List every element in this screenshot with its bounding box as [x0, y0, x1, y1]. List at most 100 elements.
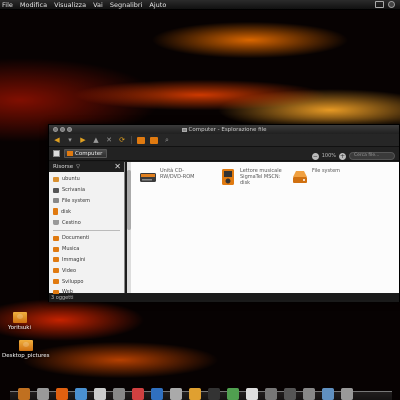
home-icon: [137, 136, 145, 144]
firefox-icon[interactable]: [56, 388, 68, 400]
folder-icon: [18, 340, 33, 351]
menu-modifica[interactable]: Modifica: [20, 1, 47, 9]
window-title: Computer - Esplorazione file: [188, 126, 267, 133]
chevron-down-icon: ▽: [76, 164, 80, 170]
sidebar-item-label: disk: [61, 208, 72, 215]
top-menubar: File Modifica Visualizza Vai Segnalibri …: [0, 0, 400, 10]
image-icon[interactable]: [227, 388, 239, 400]
sidebar-item-disk[interactable]: disk: [49, 206, 124, 217]
menu-vai[interactable]: Vai: [93, 1, 103, 9]
zoom-controls: − 100% + Cerca file...: [311, 149, 395, 163]
window-title-wrap: Computer - Esplorazione file: [181, 126, 267, 133]
sidebar-item-label: Cestino: [62, 219, 81, 226]
maximize-window-button[interactable]: [67, 127, 72, 132]
computer-icon: [150, 136, 158, 144]
music-icon[interactable]: [189, 388, 201, 400]
menu-ajuto[interactable]: Ajuto: [149, 1, 166, 9]
toolbar-separator: [131, 136, 132, 144]
toolbar: ◀ ▾ ▶ ▲ ✕ ⟳ ⌕: [49, 134, 399, 147]
file-item-filesystem[interactable]: File system: [291, 168, 358, 186]
history-dropdown-icon[interactable]: ▾: [66, 136, 74, 144]
sidebar-item-musica[interactable]: Musica: [49, 244, 124, 255]
sidebar-item-cestino[interactable]: Cestino: [49, 217, 124, 228]
file-item-media-player[interactable]: Lettore musicale SigmaTel MSCN: disk: [219, 168, 286, 186]
system-icon[interactable]: [303, 388, 315, 400]
power-icon[interactable]: [388, 1, 395, 8]
media-player-icon: [53, 208, 58, 216]
folder-icon: [53, 279, 59, 285]
browser-icon[interactable]: [151, 388, 163, 400]
network-icon[interactable]: [375, 1, 384, 8]
folder-icon: [53, 235, 59, 241]
calculator-icon[interactable]: [341, 388, 353, 400]
home-folder-icon: [53, 176, 59, 182]
monitor-icon[interactable]: [284, 388, 296, 400]
sidebar-separator: [53, 229, 120, 231]
home-folder-icon[interactable]: [18, 388, 30, 400]
search-button[interactable]: ⌕: [163, 136, 171, 144]
terminal-icon[interactable]: [208, 388, 220, 400]
trash-icon: [53, 220, 59, 226]
location-toggle-button[interactable]: [53, 150, 60, 157]
folder-icon: [53, 246, 59, 252]
trash-icon[interactable]: [37, 388, 49, 400]
sidebar-item-label: ubuntu: [62, 176, 80, 183]
menu-file[interactable]: File: [2, 1, 13, 9]
window-titlebar[interactable]: Computer - Esplorazione file: [49, 125, 399, 134]
folder-icon: [53, 268, 59, 274]
desktop-icon-label: Yoritsuki: [8, 325, 32, 331]
menu-visualizza[interactable]: Visualizza: [54, 1, 86, 9]
sidebar-item-video[interactable]: Video: [49, 265, 124, 276]
computer-button[interactable]: [150, 136, 158, 144]
sidebar-close-button[interactable]: ✕: [114, 162, 121, 172]
keyboard-icon[interactable]: [94, 388, 106, 400]
sidebar-item-label: Video: [62, 267, 77, 274]
stop-button[interactable]: ✕: [105, 136, 113, 144]
up-button[interactable]: ▲: [92, 136, 100, 144]
sidebar-item-label: Scrivania: [62, 187, 86, 194]
forward-button[interactable]: ▶: [79, 136, 87, 144]
document-icon[interactable]: [246, 388, 258, 400]
zoom-in-button[interactable]: +: [339, 152, 346, 160]
phone-icon[interactable]: [113, 388, 125, 400]
status-bar: 3 oggetti: [49, 294, 399, 302]
minimize-window-button[interactable]: [60, 127, 65, 132]
sidebar-item-documenti[interactable]: Documenti: [49, 233, 124, 244]
sidebar-item-label: Sviluppo: [62, 278, 84, 285]
settings-icon[interactable]: [265, 388, 277, 400]
folder-icon: [53, 257, 59, 263]
sidebar-item-label: Immagini: [62, 256, 86, 263]
desktop-icon-label: Desktop_pictures: [2, 353, 50, 359]
drive-icon: [53, 198, 59, 204]
sidebar-item-scrivania[interactable]: Scrivania: [49, 185, 124, 196]
sidebar: Risorse ▽ ✕ ubuntu Scrivania File system: [49, 162, 125, 295]
menu-segnalibri[interactable]: Segnalibri: [110, 1, 143, 9]
tools-icon[interactable]: [170, 388, 182, 400]
file-item-cdrom[interactable]: Unità CD-RW/DVD-ROM: [139, 168, 206, 186]
file-label: Lettore musicale SigmaTel MSCN: disk: [240, 168, 282, 186]
sidebar-header[interactable]: Risorse ▽: [49, 162, 124, 172]
desktop-icon: [53, 187, 59, 193]
hard-drive-icon: [293, 171, 307, 183]
chat-icon[interactable]: [75, 388, 87, 400]
sidebar-item-ubuntu[interactable]: ubuntu: [49, 174, 124, 185]
search-input[interactable]: Cerca file...: [349, 152, 395, 160]
desktop-icon-desktop-pictures[interactable]: Desktop_pictures: [2, 340, 50, 359]
zoom-out-button[interactable]: −: [311, 152, 319, 160]
home-button[interactable]: [137, 136, 145, 144]
back-button[interactable]: ◀: [53, 136, 61, 144]
close-window-button[interactable]: [53, 127, 58, 132]
file-manager-window: Computer - Esplorazione file ◀ ▾ ▶ ▲ ✕ ⟳…: [48, 124, 400, 302]
optical-drive-icon: [140, 173, 156, 182]
reload-button[interactable]: ⟳: [118, 136, 126, 144]
mail-icon[interactable]: [132, 388, 144, 400]
path-button-computer[interactable]: Computer: [64, 149, 108, 158]
sidebar-item-sviluppo[interactable]: Sviluppo: [49, 276, 124, 287]
sidebar-places: ubuntu Scrivania File system disk Cestin…: [49, 172, 124, 298]
file-label: File system: [312, 168, 341, 174]
chart-icon[interactable]: [322, 388, 334, 400]
sidebar-item-immagini[interactable]: Immagini: [49, 255, 124, 266]
computer-icon: [67, 151, 73, 156]
desktop-icon-yoritsuki[interactable]: Yoritsuki: [8, 312, 31, 331]
sidebar-item-file-system[interactable]: File system: [49, 196, 124, 207]
